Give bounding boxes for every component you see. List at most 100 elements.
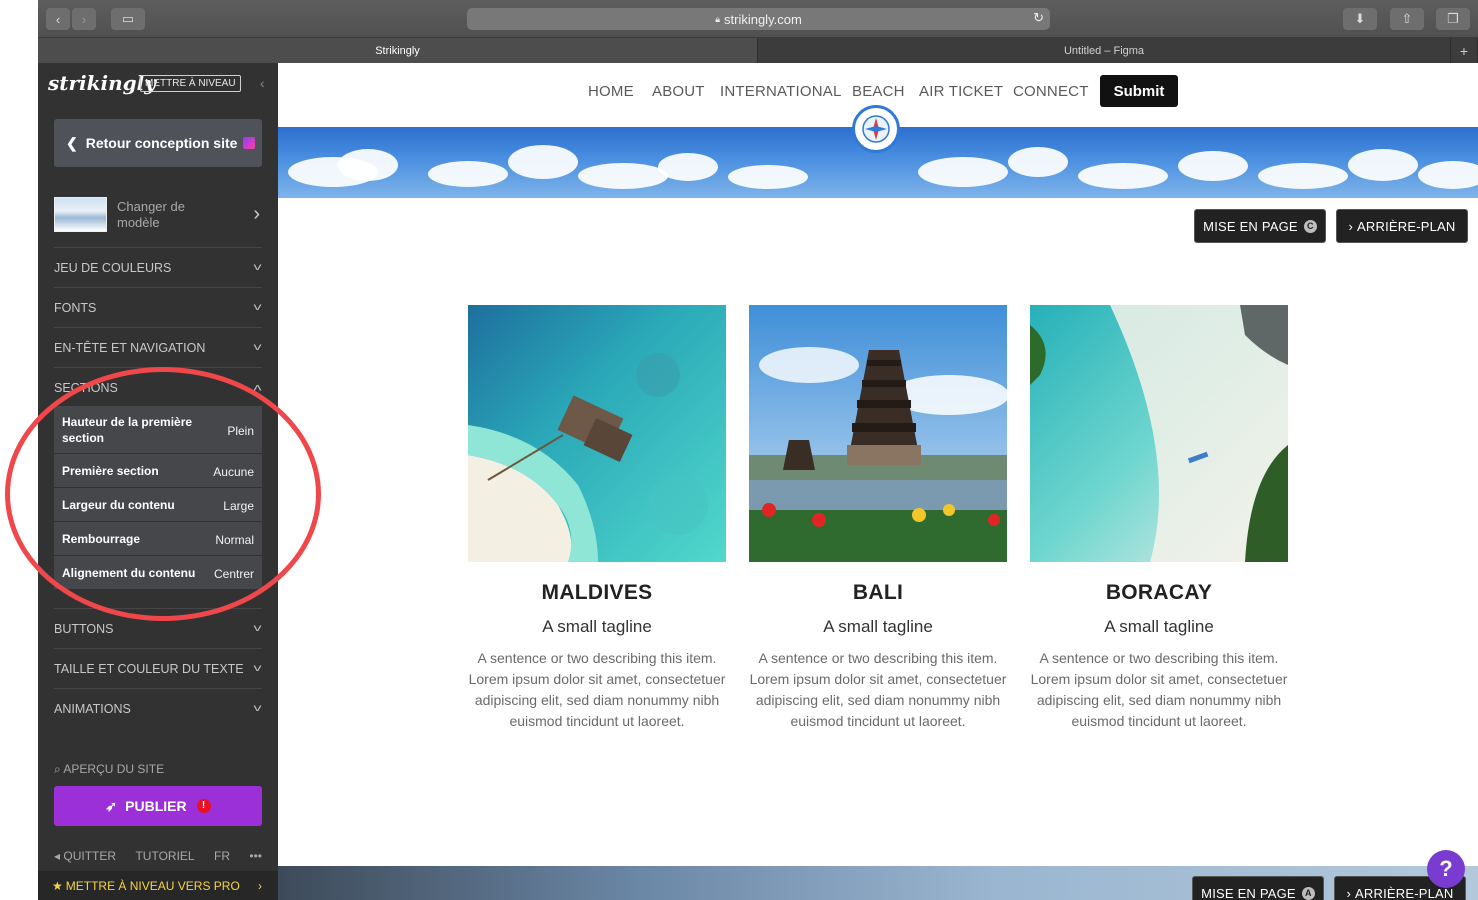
setting-value: Aucune [213, 465, 254, 479]
setting-content-alignment[interactable]: Alignement du contenu Centrer [54, 556, 262, 590]
background-button[interactable]: › ARRIÈRE-PLAN [1336, 209, 1468, 243]
change-template-button[interactable]: Changer de modèle › [54, 193, 262, 247]
bali-image [749, 305, 1007, 562]
nav-connect[interactable]: CONNECT [1013, 83, 1089, 100]
chevron-right-icon: › [258, 878, 262, 893]
new-tab-icon[interactable]: + [1451, 38, 1478, 63]
chevron-down-icon: v [253, 302, 262, 313]
maldives-image [468, 305, 726, 562]
sidebar-section-colors[interactable]: JEU DE COULEURS v [54, 247, 262, 287]
more-icon[interactable]: ••• [249, 849, 262, 863]
language-selector[interactable]: FR [214, 849, 230, 863]
url-text: strikingly.com [724, 11, 802, 27]
back-to-design-button[interactable]: ❮ Retour conception site [54, 119, 262, 167]
setting-value: Normal [215, 533, 254, 547]
boracay-image [1030, 305, 1288, 562]
upgrade-pro-label: METTRE À NIVEAU VERS PRO [65, 878, 240, 893]
sidebar-section-animations[interactable]: ANIMATIONS v [54, 688, 262, 728]
section-label: TAILLE ET COULEUR DU TEXTE [54, 661, 244, 676]
help-button[interactable]: ? [1427, 850, 1465, 888]
nav-about[interactable]: ABOUT [652, 83, 705, 100]
sections-settings-panel: Hauteur de la première section Plein Pre… [54, 406, 262, 592]
address-bar[interactable]: 🔒︎ strikingly.com ↻ [467, 8, 1050, 30]
setting-value: Large [223, 499, 254, 513]
lock-icon: 🔒︎ [715, 13, 720, 24]
tutorial-link[interactable]: TUTORIEL [135, 849, 194, 863]
layout-badge: A [1301, 886, 1315, 900]
card-description: A sentence or two describing this item. … [749, 650, 1007, 729]
desktop-margin [0, 0, 38, 900]
reload-icon[interactable]: ↻ [1033, 10, 1044, 26]
sidebar-section-fonts[interactable]: FONTS v [54, 287, 262, 327]
section-label: FONTS [54, 300, 97, 315]
setting-content-width[interactable]: Largeur du contenu Large [54, 488, 262, 522]
setting-value: Centrer [213, 567, 254, 581]
nav-home[interactable]: HOME [588, 83, 634, 100]
search-icon: ⌕ [54, 762, 61, 776]
site-canvas: HOME ABOUT INTERNATIONAL BEACH AIR TICKE… [278, 63, 1478, 900]
chevron-right-icon: › [1348, 218, 1354, 234]
sidebar-footer: ◂ QUITTER TUTORIEL FR ••• [54, 849, 262, 863]
nav-air-ticket[interactable]: AIR TICKET [919, 83, 1003, 100]
compass-icon [852, 105, 900, 153]
editor-sidebar: strikingly METTRE À NIVEAU ‹ ❮ Retour co… [38, 63, 278, 900]
chevron-down-icon: v [253, 663, 262, 674]
upgrade-pro-bar[interactable]: ★ METTRE À NIVEAU VERS PRO › [38, 871, 278, 900]
setting-first-section-height[interactable]: Hauteur de la première section Plein [54, 406, 262, 454]
chevron-down-icon: v [253, 262, 262, 273]
submit-button[interactable]: Submit [1100, 75, 1178, 107]
nav-beach[interactable]: BEACH [852, 83, 905, 100]
setting-key: Largeur du contenu [62, 498, 175, 512]
card-description: A sentence or two describing this item. … [1030, 650, 1288, 729]
layout-label: MISE EN PAGE [1203, 218, 1298, 234]
sidebar-section-sections[interactable]: SECTIONS v [54, 367, 262, 407]
card-title: BALI [852, 581, 904, 604]
tab-figma[interactable]: Untitled – Figma [758, 38, 1451, 63]
section-label: BUTTONS [54, 621, 114, 636]
setting-key: Hauteur de la première section [62, 415, 193, 445]
layout-button[interactable]: MISE EN PAGE C [1194, 209, 1326, 243]
setting-value: Plein [227, 424, 254, 438]
forward-arrow-icon[interactable]: › [72, 8, 96, 30]
section-label: EN-TÊTE ET NAVIGATION [54, 340, 206, 355]
sidebar-section-buttons[interactable]: BUTTONS v [54, 608, 262, 648]
sidebar-section-text-size-color[interactable]: TAILLE ET COULEUR DU TEXTE v [54, 648, 262, 688]
setting-first-section[interactable]: Première section Aucune [54, 454, 262, 488]
section-label: ANIMATIONS [54, 701, 131, 716]
setting-key: Première section [62, 464, 159, 478]
layout-button[interactable]: MISE EN PAGE A [1192, 876, 1324, 900]
sidebar-toggle-icon[interactable]: ▭ [111, 8, 145, 30]
sidebar-section-header-nav[interactable]: EN-TÊTE ET NAVIGATION v [54, 327, 262, 367]
back-arrow-icon[interactable]: ‹ [46, 8, 70, 30]
rocket-icon: ➶ [105, 797, 118, 814]
tabs-overview-icon[interactable]: ❐ [1436, 8, 1470, 30]
tab-strikingly[interactable]: Strikingly [38, 38, 758, 63]
collapse-sidebar-icon[interactable]: ‹ [260, 75, 265, 91]
layout-label: MISE EN PAGE [1201, 885, 1296, 900]
download-icon[interactable]: ⬇ [1343, 8, 1377, 30]
card-tagline: A small tagline [542, 617, 652, 636]
nav-international[interactable]: INTERNATIONAL [720, 83, 842, 100]
share-icon[interactable]: ⇧ [1390, 8, 1424, 30]
chevron-down-icon: v [253, 703, 262, 714]
setting-padding[interactable]: Rembourrage Normal [54, 522, 262, 556]
site-preview-link[interactable]: ⌕ APERÇU DU SITE [54, 762, 164, 777]
arrow-left-icon: ◂ [54, 849, 61, 863]
chevron-up-icon: v [253, 382, 262, 393]
upgrade-badge[interactable]: METTRE À NIVEAU [140, 75, 241, 92]
change-template-label: Changer de modèle [117, 199, 185, 230]
card-description: A sentence or two describing this item. … [468, 650, 726, 729]
chevron-down-icon: v [253, 342, 262, 353]
background-label: ARRIÈRE-PLAN [1357, 218, 1456, 234]
chevron-left-icon: ❮ [66, 134, 78, 151]
browser-toolbar: ‹ › ▭ 🔒︎ strikingly.com ↻ ⬇ ⇧ ❐ [38, 0, 1478, 38]
card-title: MALDIVES [541, 581, 653, 604]
card-title: BORACAY [1105, 581, 1213, 604]
publish-button[interactable]: ➶ PUBLIER ! [54, 786, 262, 826]
tab-strip: Strikingly Untitled – Figma + [38, 38, 1478, 63]
quit-link[interactable]: ◂ QUITTER [54, 849, 116, 863]
chevron-right-icon: › [1346, 885, 1352, 900]
design-icon [243, 137, 256, 149]
section-label: SECTIONS [54, 380, 118, 395]
setting-key: Rembourrage [62, 532, 141, 546]
